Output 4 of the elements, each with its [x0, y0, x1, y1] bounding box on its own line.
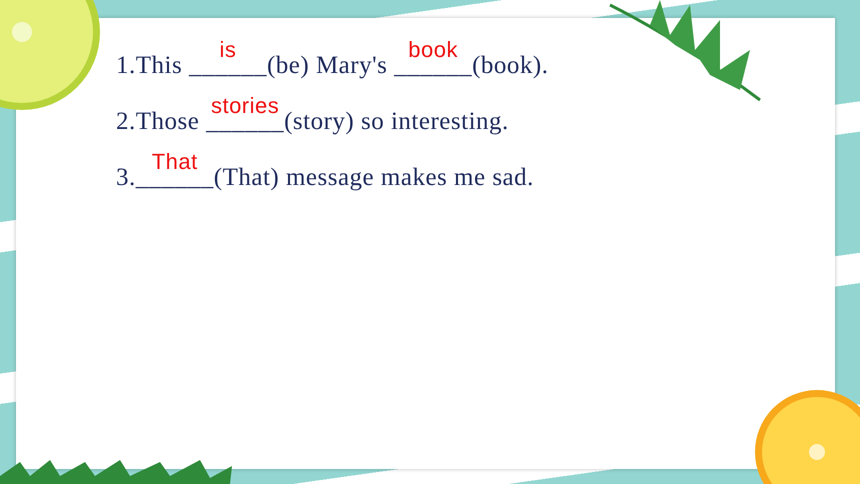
answer-text: is — [218, 36, 238, 63]
answer-text: That — [150, 148, 199, 175]
answer-text: stories — [210, 92, 280, 119]
answer-text: book — [407, 36, 459, 63]
